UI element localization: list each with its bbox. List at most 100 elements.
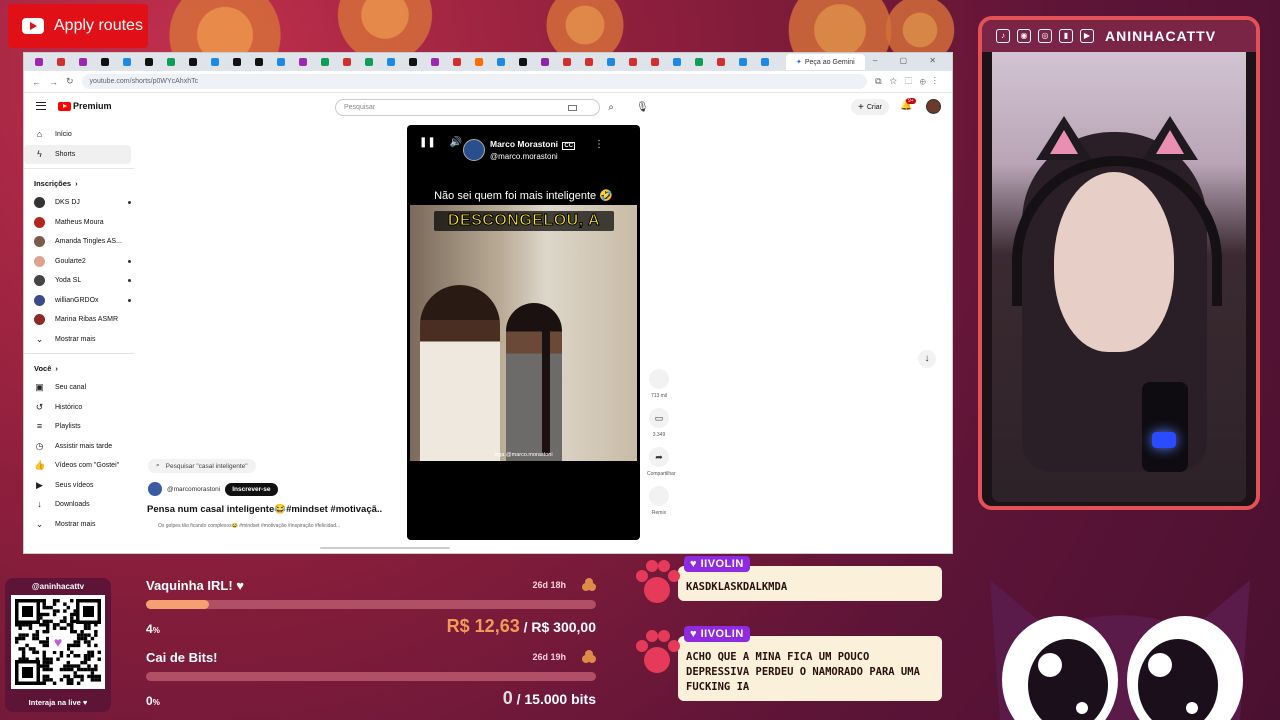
youtube-logo[interactable]: Premium <box>58 101 112 111</box>
volume-icon[interactable]: 🔊 <box>450 137 462 148</box>
browser-tab[interactable] <box>248 53 270 71</box>
browser-toolbar-icons[interactable]: ⧉☆⬚⊕⋮ <box>875 76 944 87</box>
browser-tab[interactable] <box>468 53 490 71</box>
video-channel-avatar[interactable] <box>463 139 485 161</box>
qr-code[interactable]: ♥ <box>11 595 105 689</box>
sidebar-item-watch-later[interactable]: ◷ Assistir mais tarde <box>24 437 139 457</box>
pause-icon[interactable]: ❚❚ <box>419 137 436 148</box>
browser-tab[interactable] <box>732 53 754 71</box>
new-content-dot <box>128 279 131 283</box>
youtube-logo-label: Premium <box>73 101 112 111</box>
browser-tab[interactable] <box>424 53 446 71</box>
horizontal-scrollbar[interactable] <box>320 547 450 549</box>
goal-target: R$ 300,00 <box>531 619 596 635</box>
sidebar-item-your-videos[interactable]: ▶ Seus vídeos <box>24 476 139 496</box>
menu-icon[interactable] <box>36 102 46 110</box>
forward-icon[interactable]: → <box>49 77 58 87</box>
sidebar-item-label: Mostrar mais <box>55 520 96 528</box>
browser-tab[interactable] <box>402 53 424 71</box>
browser-tab[interactable] <box>204 53 226 71</box>
sidebar-item-subscription[interactable]: Goularte2 <box>24 252 139 272</box>
url-field[interactable]: youtube.com/shorts/p0WYcAhxhTc <box>81 74 868 89</box>
microphone-icon[interactable]: 🎙 <box>636 99 649 116</box>
sidebar-item-subscription[interactable]: Matheus Moura <box>24 213 139 233</box>
tab-favicon-icon <box>717 58 725 66</box>
tab-gemini[interactable]: ✦ Peça ao Gemini <box>786 54 865 70</box>
back-icon[interactable]: ← <box>32 77 41 87</box>
you-header[interactable]: Você › <box>24 358 139 378</box>
shorts-player[interactable]: ❚❚ 🔊 Marco Morastoni CC @marco.morastoni… <box>407 125 640 540</box>
comment-icon[interactable]: ▭ <box>649 408 669 428</box>
sidebar-item-your-channel[interactable]: ▣ Seu canal <box>24 378 139 398</box>
next-short-button[interactable]: ↓ <box>918 350 936 368</box>
sidebar-item-home[interactable]: ⌂ Início <box>24 125 139 145</box>
sidebar-item-history[interactable]: ↺ Histórico <box>24 398 139 418</box>
cc-icon[interactable]: CC <box>562 142 576 150</box>
like-icon[interactable] <box>649 369 669 389</box>
window-controls[interactable]: – ▢ ✕ <box>873 56 946 65</box>
create-button[interactable]: + Criar <box>851 99 890 115</box>
browser-tab[interactable] <box>622 53 644 71</box>
sidebar-item-subscription[interactable]: Marina Ribas ASMR <box>24 310 139 330</box>
browser-tab[interactable] <box>160 53 182 71</box>
browser-tab[interactable] <box>138 53 160 71</box>
sidebar-item-show-more[interactable]: ⌄ Mostrar mais <box>24 515 139 535</box>
browser-tab[interactable] <box>50 53 72 71</box>
channel-avatar[interactable] <box>148 482 162 496</box>
sidebar-item-subscription[interactable]: Amanda Tingles AS... <box>24 232 139 252</box>
browser-tab[interactable] <box>380 53 402 71</box>
browser-tab[interactable] <box>292 53 314 71</box>
sidebar-item-show-more[interactable]: ⌄ Mostrar mais <box>24 330 139 350</box>
browser-tab[interactable] <box>490 53 512 71</box>
browser-tab[interactable] <box>754 53 776 71</box>
browser-tab[interactable] <box>182 53 204 71</box>
channel-avatar <box>34 255 45 267</box>
reload-icon[interactable]: ↻ <box>66 76 74 87</box>
browser-tab[interactable] <box>314 53 336 71</box>
sidebar-item-subscription[interactable]: willianGRDOx <box>24 291 139 311</box>
browser-tab[interactable] <box>94 53 116 71</box>
sidebar-item-subscription[interactable]: DKS DJ <box>24 193 139 213</box>
sidebar-item-subscription[interactable]: Yoda SL <box>24 271 139 291</box>
sidebar-item-shorts[interactable]: ϟ Shorts <box>24 144 131 164</box>
search-icon[interactable]: ⌕ <box>600 99 622 116</box>
short-description[interactable]: Os golpes tão ficando complexos😂 #mindse… <box>158 523 383 529</box>
browser-tab[interactable] <box>578 53 600 71</box>
keyboard-icon[interactable] <box>568 105 577 111</box>
subscriptions-header[interactable]: Inscrições › <box>24 173 139 193</box>
more-options-icon[interactable]: ⋮ <box>594 139 604 150</box>
twitch-icon: ▮ <box>1059 29 1073 43</box>
sidebar-item-liked-videos[interactable]: 👍 Vídeos com "Gostei" <box>24 456 139 476</box>
browser-tab[interactable] <box>644 53 666 71</box>
browser-tab[interactable] <box>270 53 292 71</box>
subscribe-button[interactable]: Inscrever-se <box>225 482 278 496</box>
related-search-chip[interactable]: ⌕ Pesquisar "casal inteligente" <box>148 459 256 473</box>
share-icon[interactable]: ➦ <box>649 447 669 467</box>
browser-tab[interactable] <box>512 53 534 71</box>
webcam-header: ♪ ◉ ◎ ▮ ▶ ANINHACATTV <box>982 20 1256 52</box>
browser-tab[interactable] <box>446 53 468 71</box>
avatar[interactable] <box>926 99 941 114</box>
remix-icon[interactable] <box>649 486 669 506</box>
channel-handle[interactable]: @marcomorastoni <box>167 486 220 493</box>
browser-tab[interactable] <box>688 53 710 71</box>
search-input[interactable]: Pesquisar <box>335 99 600 116</box>
browser-tab[interactable] <box>710 53 732 71</box>
sidebar-item-downloads[interactable]: ↓ Downloads <box>24 495 139 515</box>
apply-routes-button[interactable]: Apply routes <box>8 4 148 48</box>
sidebar-item-label: Seu canal <box>55 384 87 392</box>
browser-tab[interactable] <box>336 53 358 71</box>
video-channel-name[interactable]: Marco Morastoni <box>490 139 558 149</box>
browser-tab[interactable] <box>556 53 578 71</box>
short-title[interactable]: Pensa num casal inteligente😂#mindset #mo… <box>147 504 382 515</box>
sidebar-item-playlists[interactable]: ≡ Playlists <box>24 417 139 437</box>
browser-tab[interactable] <box>28 53 50 71</box>
browser-tab[interactable] <box>666 53 688 71</box>
browser-tab[interactable] <box>116 53 138 71</box>
goal-separator: / <box>523 619 528 635</box>
browser-tab[interactable] <box>358 53 380 71</box>
browser-tab[interactable] <box>226 53 248 71</box>
browser-tab[interactable] <box>72 53 94 71</box>
browser-tab[interactable] <box>534 53 556 71</box>
browser-tab[interactable] <box>600 53 622 71</box>
